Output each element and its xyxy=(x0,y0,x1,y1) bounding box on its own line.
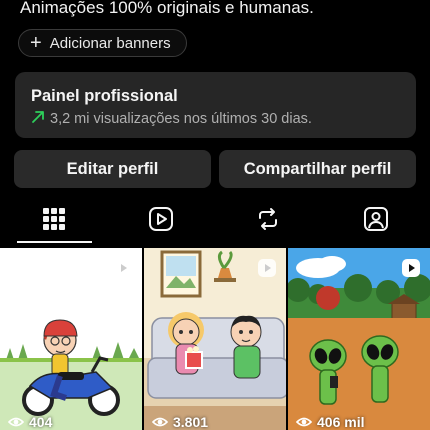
view-count-value: 406 mil xyxy=(317,414,365,430)
reels-badge-icon xyxy=(258,259,276,277)
tab-reposts[interactable] xyxy=(228,196,308,242)
professional-dashboard-card[interactable]: Painel profissional 3,2 mi visualizações… xyxy=(15,72,416,138)
view-count: 406 mil xyxy=(296,414,364,430)
post-tile[interactable]: 406 mil xyxy=(288,248,430,430)
plus-icon: + xyxy=(30,32,42,54)
posts-grid: 404 3.801 406 mil xyxy=(0,248,430,430)
add-banners-label: Adicionar banners xyxy=(49,34,171,52)
eye-icon xyxy=(8,417,24,427)
profile-tabs xyxy=(0,196,430,244)
reels-badge-icon xyxy=(402,259,420,277)
eye-icon xyxy=(152,417,168,427)
view-count-value: 404 xyxy=(29,414,53,430)
tab-posts[interactable] xyxy=(14,196,94,242)
eye-icon xyxy=(296,417,312,427)
view-count: 404 xyxy=(8,414,52,430)
dashboard-stats: 3,2 mi visualizações nos últimos 30 dias… xyxy=(31,110,416,128)
trend-up-icon xyxy=(31,110,45,128)
tab-tagged[interactable] xyxy=(336,196,416,242)
grid-icon xyxy=(43,208,65,230)
profile-bio: Animações 100% originais e humanas. xyxy=(20,0,314,17)
dashboard-title: Painel profissional xyxy=(31,87,178,105)
reels-icon xyxy=(149,207,173,231)
edit-profile-button[interactable]: Editar perfil xyxy=(14,150,211,188)
add-banners-button[interactable]: + Adicionar banners xyxy=(18,29,187,57)
active-tab-indicator xyxy=(17,241,92,243)
post-tile[interactable]: 404 xyxy=(0,248,142,430)
share-profile-button[interactable]: Compartilhar perfil xyxy=(219,150,416,188)
view-count-value: 3.801 xyxy=(173,414,209,430)
dashboard-stats-text: 3,2 mi visualizações nos últimos 30 dias… xyxy=(50,111,312,127)
reposts-icon xyxy=(259,208,277,230)
post-tile[interactable]: 3.801 xyxy=(144,248,286,430)
view-count: 3.801 xyxy=(152,414,208,430)
reels-badge-icon xyxy=(114,259,132,277)
tab-reels[interactable] xyxy=(121,196,201,242)
tagged-icon xyxy=(364,207,388,231)
